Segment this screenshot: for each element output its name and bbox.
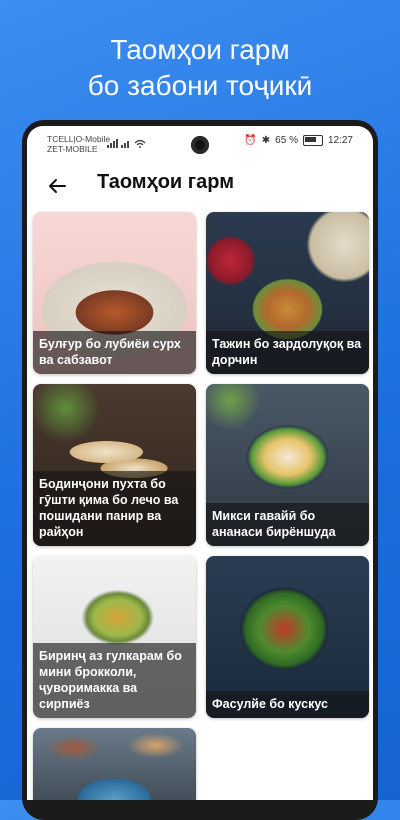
status-bar: TCELL|O-Mobile ZET-MOBILE ⏰ ✱ 65 % 12:27: [27, 126, 373, 160]
recipe-card[interactable]: Булғур бо лубиёи сурх ва сабзавот: [33, 212, 196, 374]
recipe-card[interactable]: Биринҷ аз гулкарам бо мини брокколи, ҷув…: [33, 556, 196, 718]
recipe-card[interactable]: Микси гавайӣ бо ананаси бирёншуда: [206, 384, 369, 546]
recipe-photo: [33, 728, 196, 800]
signal-icons: [107, 138, 147, 151]
battery-icon: [302, 135, 323, 146]
carrier-name-2: ZET-MOBILE: [47, 144, 98, 154]
bluetooth-icon: ✱: [261, 135, 271, 146]
promo-title-line2: бо забони тоҷикӣ: [87, 70, 313, 101]
promo-title: Таомҳои гарм бо забони тоҷикӣ: [0, 32, 400, 104]
page-title: Таомҳои гарм: [97, 171, 234, 193]
clock: 12:27: [327, 135, 353, 146]
recipe-card[interactable]: Бодинҷони пухта бо гӯшти қима бо лечо ва…: [33, 384, 196, 546]
arrow-left-icon[interactable]: [45, 174, 69, 198]
front-camera: [191, 136, 209, 154]
recipe-card[interactable]: Тажин бо зардолуқоқ ва дорчин: [206, 212, 369, 374]
alarm-icon: ⏰: [244, 135, 257, 146]
promo-title-line1: Таомҳои гарм: [110, 34, 290, 65]
recipe-title: Тажин бо зардолуқоқ ва дорчин: [206, 331, 369, 374]
signal-strength-icon: [107, 139, 146, 148]
status-right: ⏰ ✱ 65 % 12:27: [244, 135, 353, 146]
carrier-info: TCELL|O-Mobile ZET-MOBILE: [47, 134, 110, 154]
recipe-title: Микси гавайӣ бо ананаси бирёншуда: [206, 503, 369, 546]
carrier-name-1: TCELL|O-Mobile: [47, 134, 111, 144]
app-bar: Таомҳои гарм: [27, 166, 373, 210]
battery-percent: 65 %: [275, 135, 298, 146]
recipe-title: Биринҷ аз гулкарам бо мини брокколи, ҷув…: [33, 643, 196, 718]
recipe-title: Бодинҷони пухта бо гӯшти қима бо лечо ва…: [33, 471, 196, 546]
recipe-card[interactable]: Фасулйе бо кускус: [206, 556, 369, 718]
recipe-title: Булғур бо лубиёи сурх ва сабзавот: [33, 331, 196, 374]
recipe-title: Фасулйе бо кускус: [206, 691, 369, 718]
recipe-card[interactable]: [33, 728, 196, 800]
app-screen: TCELL|O-Mobile ZET-MOBILE ⏰ ✱ 65 % 12:27: [27, 126, 373, 800]
